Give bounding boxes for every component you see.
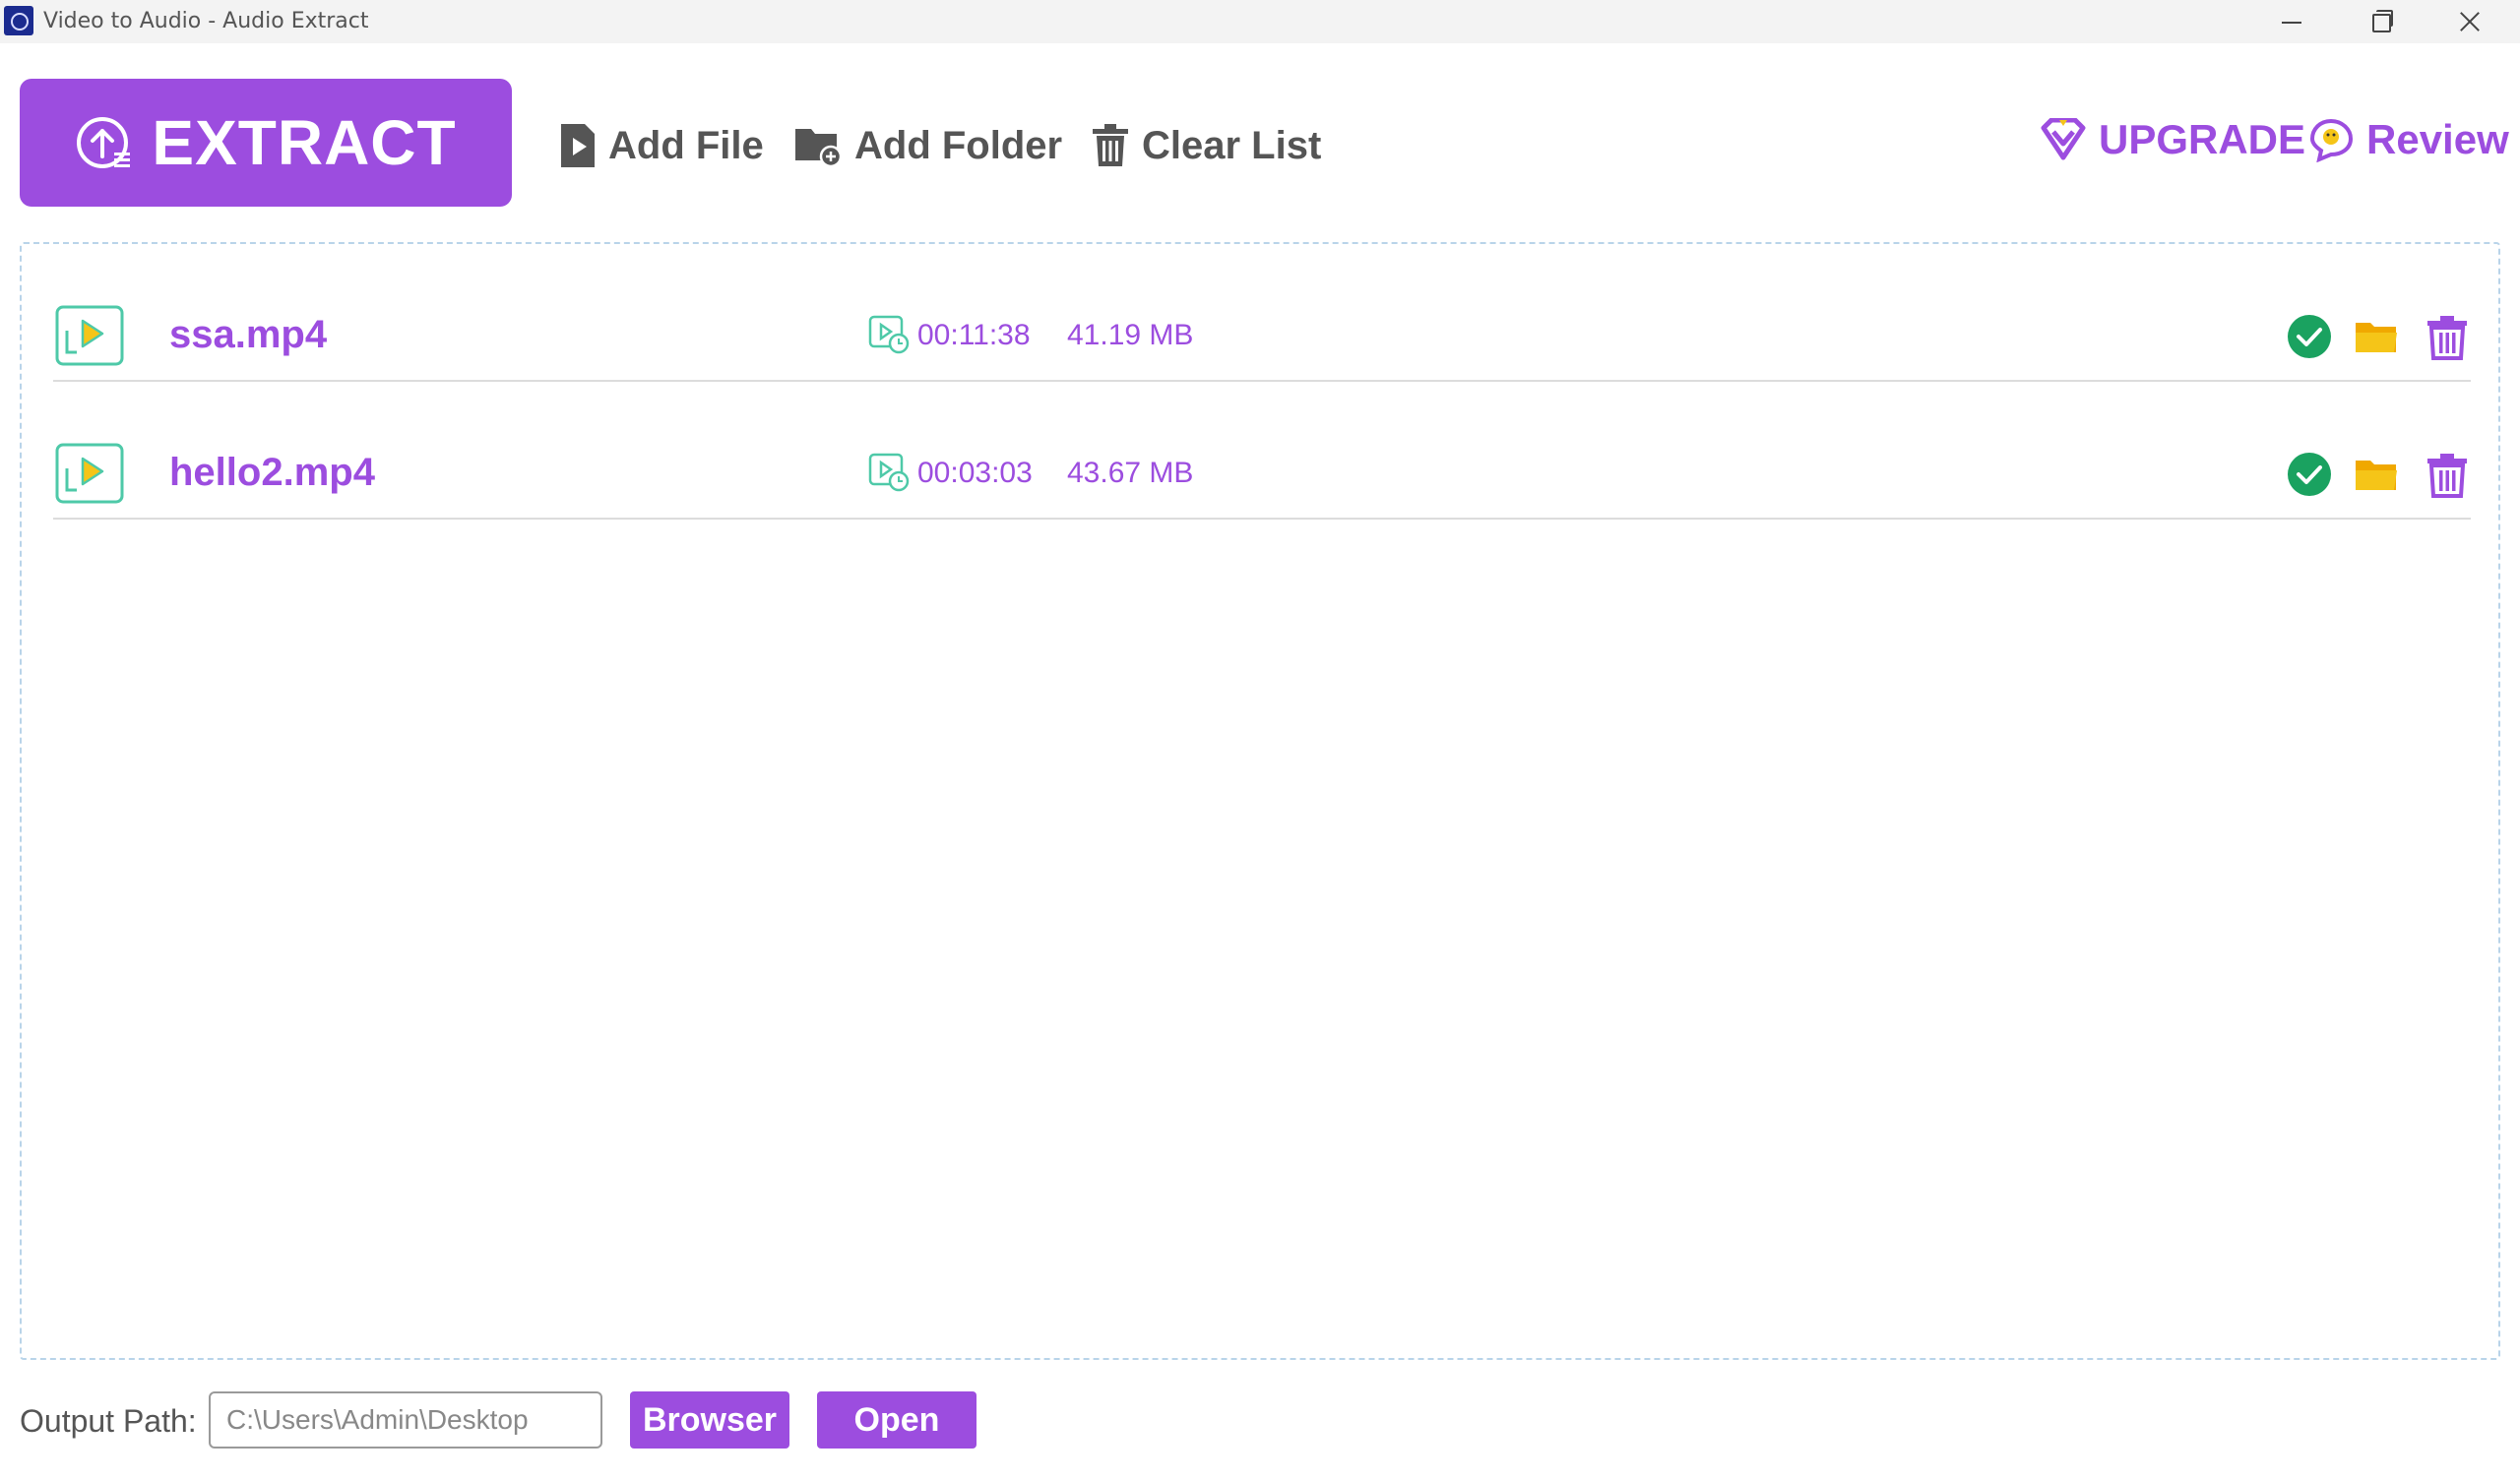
add-folder-label: Add Folder xyxy=(854,123,1063,167)
upload-icon xyxy=(77,117,131,168)
file-size: 43.67 MB xyxy=(1067,457,1194,489)
duration-icon xyxy=(868,315,910,354)
app-logo-icon xyxy=(4,6,33,35)
video-thumbnail-icon xyxy=(55,443,124,504)
review-button[interactable]: Review xyxy=(2309,110,2509,169)
done-check-icon[interactable] xyxy=(2286,451,2333,498)
diamond-icon xyxy=(2041,118,2086,160)
open-button[interactable]: Open xyxy=(817,1391,976,1449)
file-name: hello2.mp4 xyxy=(169,451,375,494)
add-folder-button[interactable]: Add Folder xyxy=(793,116,1062,175)
output-path-input[interactable] xyxy=(209,1391,602,1449)
file-name: ssa.mp4 xyxy=(169,313,328,356)
extract-label: EXTRACT xyxy=(152,107,457,178)
list-item[interactable]: hello2.mp4 00:03:03 43.67 MB xyxy=(53,382,2471,520)
output-path-label: Output Path: xyxy=(20,1403,197,1439)
open-folder-icon[interactable] xyxy=(2353,313,2400,360)
review-face-icon xyxy=(2309,118,2354,162)
add-folder-icon xyxy=(795,129,843,168)
title-bar: Video to Audio - Audio Extract xyxy=(0,0,2520,43)
clear-list-label: Clear List xyxy=(1142,123,1322,167)
restore-icon[interactable] xyxy=(2353,4,2406,39)
duration-icon xyxy=(868,453,910,492)
file-list[interactable]: ssa.mp4 00:11:38 41.19 MB hello2.mp4 00:… xyxy=(20,242,2500,1360)
video-thumbnail-icon xyxy=(55,305,124,366)
extract-button[interactable]: EXTRACT xyxy=(20,79,512,207)
add-file-label: Add File xyxy=(608,123,764,167)
list-item[interactable]: ssa.mp4 00:11:38 41.19 MB xyxy=(53,244,2471,382)
done-check-icon[interactable] xyxy=(2286,313,2333,360)
delete-icon[interactable] xyxy=(2424,313,2471,360)
minimize-icon[interactable] xyxy=(2264,4,2317,39)
video-file-icon xyxy=(561,124,595,167)
upgrade-label: UPGRADE xyxy=(2099,116,2306,162)
review-label: Review xyxy=(2366,116,2509,162)
delete-icon[interactable] xyxy=(2424,451,2471,498)
close-icon[interactable] xyxy=(2443,4,2496,39)
clear-list-button[interactable]: Clear List xyxy=(1091,116,1321,175)
file-duration: 00:03:03 xyxy=(917,457,1033,489)
add-file-button[interactable]: Add File xyxy=(559,116,764,175)
upgrade-button[interactable]: UPGRADE xyxy=(2040,110,2305,169)
trash-icon xyxy=(1093,124,1128,166)
window-title: Video to Audio - Audio Extract xyxy=(43,9,369,33)
file-size: 41.19 MB xyxy=(1067,319,1194,351)
browser-button[interactable]: Browser xyxy=(630,1391,789,1449)
open-folder-icon[interactable] xyxy=(2353,451,2400,498)
file-duration: 00:11:38 xyxy=(917,319,1031,351)
